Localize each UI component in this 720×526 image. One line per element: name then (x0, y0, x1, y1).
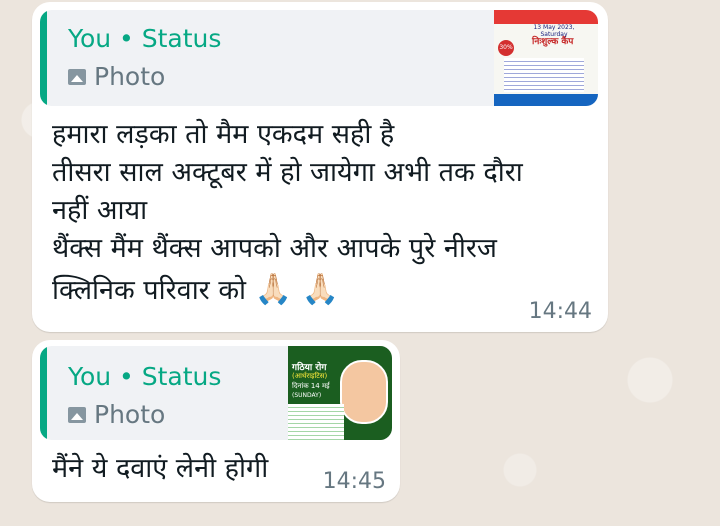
message-text-line: तीसरा साल अक्टूबर में हो जायेगा अभी तक द… (52, 157, 523, 188)
message-text-line: क्लिनिक परिवार को 🙏🏻 🙏🏻 (52, 270, 339, 307)
thumbnail-day: (SUNDAY) (292, 392, 322, 399)
thumbnail-header (494, 10, 598, 24)
thumbnail-footer (494, 94, 598, 106)
quote-type-label: Photo (94, 62, 166, 91)
photo-icon (68, 68, 86, 85)
message-bubble[interactable]: You • Status Photo गठिया रोग (आर्थराइटिस… (32, 340, 400, 502)
thumbnail-date: 13 May 2023, Saturday (533, 24, 575, 38)
quote-type-label: Photo (94, 400, 166, 429)
status-reply-quote[interactable]: You • Status Photo निःशुल्क कैंप 13 May … (40, 10, 598, 106)
message-text-line: थैंक्स मैंम थैंक्स आपको और आपके पुरे नीर… (52, 233, 497, 264)
status-thumbnail[interactable]: गठिया रोग (आर्थराइटिस) दिनांक 14 मई (SUN… (288, 346, 392, 440)
quote-media-type: Photo (68, 400, 165, 429)
status-reply-quote[interactable]: You • Status Photo गठिया रोग (आर्थराइटिस… (40, 346, 392, 440)
quote-title: You • Status (68, 24, 222, 53)
status-thumbnail[interactable]: निःशुल्क कैंप 13 May 2023, Saturday 30% (494, 10, 598, 106)
thumbnail-body (288, 404, 344, 440)
folded-hands-emoji: 🙏🏻 🙏🏻 (254, 272, 339, 307)
quote-title: You • Status (68, 362, 222, 391)
thumbnail-knee-image (340, 360, 388, 424)
message-timestamp: 14:44 (528, 299, 592, 324)
photo-icon (68, 406, 86, 423)
message-text-line: हमारा लड़का तो मैम एकदम सही है (52, 119, 395, 150)
message-timestamp: 14:45 (322, 469, 386, 494)
message-text-line: मैंने ये दवाएं लेनी होगी (52, 453, 269, 484)
quote-media-type: Photo (68, 62, 165, 91)
message-text-segment: क्लिनिक परिवार को (52, 275, 247, 306)
thumbnail-date: दिनांक 14 मई (292, 382, 330, 390)
message-text-line: नहीं आया (52, 195, 148, 226)
thumbnail-body (504, 58, 584, 92)
quote-accent-bar (40, 346, 47, 440)
thumbnail-badge: 30% (498, 40, 514, 56)
thumbnail-subtitle: (आर्थराइटिस) (292, 372, 328, 380)
message-bubble[interactable]: You • Status Photo निःशुल्क कैंप 13 May … (32, 2, 608, 332)
quote-accent-bar (40, 10, 47, 106)
